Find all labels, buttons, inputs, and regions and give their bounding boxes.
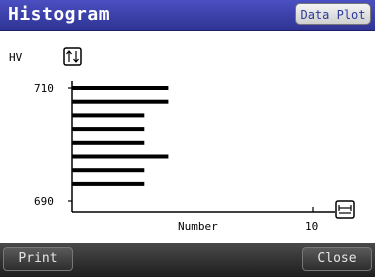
close-button[interactable]: Close	[302, 247, 372, 271]
x-axis-label: Number	[178, 220, 218, 233]
histogram-bar	[72, 140, 145, 145]
y-tick-label: 690	[34, 195, 54, 208]
histogram-bar	[72, 127, 145, 132]
print-button[interactable]: Print	[3, 247, 73, 271]
data-plot-button[interactable]: Data Plot	[295, 3, 371, 25]
y-axis-label: HV	[9, 51, 23, 64]
histogram-bar	[72, 168, 145, 173]
histogram-bar	[72, 99, 169, 104]
horizontal-expand-icon[interactable]	[335, 200, 355, 219]
histogram-bar	[72, 86, 169, 90]
histogram-plot: HV 710 690 10 Number	[0, 31, 375, 243]
title-bar: Histogram Data Plot	[0, 0, 375, 31]
histogram-bar	[72, 113, 145, 118]
histogram-bars	[72, 86, 169, 186]
vertical-expand-icon[interactable]	[63, 47, 82, 66]
x-tick-label: 10	[305, 220, 318, 233]
bottom-toolbar: Print Close	[0, 243, 375, 277]
histogram-bar	[72, 154, 169, 159]
window-title: Histogram	[8, 4, 111, 25]
histogram-bar	[72, 181, 145, 186]
histogram-chart: HV 710 690 10 Number	[9, 47, 355, 233]
y-tick-label: 710	[34, 82, 54, 95]
